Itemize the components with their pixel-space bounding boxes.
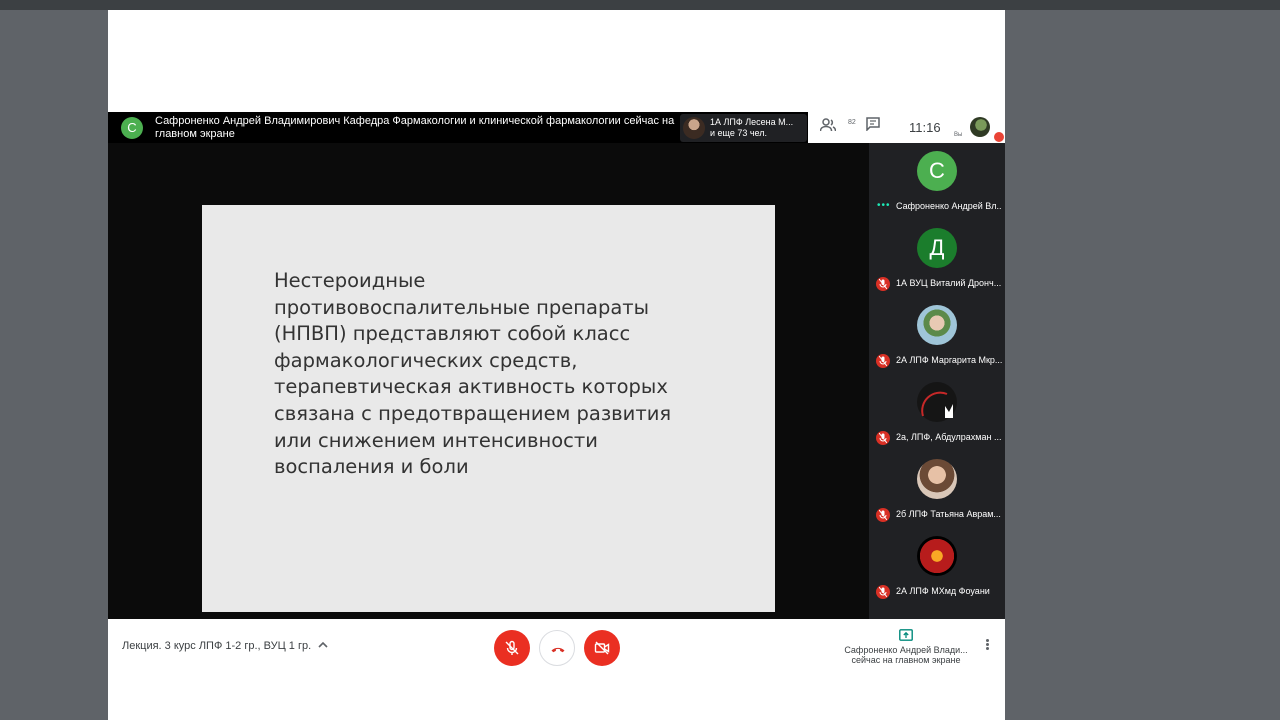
participant-tile[interactable]: 2А ЛПФ МХмд Фоуани xyxy=(869,528,1005,605)
mic-off-icon xyxy=(876,277,890,291)
presentation-header: С Сафроненко Андрей Владимирович Кафедра… xyxy=(108,112,1005,143)
avatar xyxy=(917,536,957,576)
mic-off-icon xyxy=(876,431,890,445)
presenting-status: Сафроненко Андрей Влади... сейчас на гла… xyxy=(841,645,971,665)
people-button[interactable]: 82 xyxy=(819,118,856,138)
participant-tile[interactable]: 2А ЛПФ Маргарита Мкр... xyxy=(869,297,1005,374)
avatar xyxy=(917,382,957,422)
presenting-notice: Сафроненко Андрей Владимирович Кафедра Ф… xyxy=(155,115,675,140)
bottom-controls: Лекция. 3 курс ЛПФ 1-2 гр., ВУЦ 1 гр. Са… xyxy=(108,619,1005,720)
slide-text: Нестероидные противовоспалительные препа… xyxy=(274,269,672,479)
mic-off-icon xyxy=(876,508,890,522)
hang-up-icon xyxy=(551,647,565,653)
avatar: Д xyxy=(917,228,957,268)
chip-more: и еще 73 чел. xyxy=(710,128,768,138)
blank-area xyxy=(108,10,1005,112)
more-dot xyxy=(985,647,989,650)
chip-name: 1А ЛПФ Лесена М... xyxy=(710,117,794,127)
mic-off-icon xyxy=(994,132,1004,142)
chip-text: 1А ЛПФ Лесена М... и еще 73 чел. xyxy=(710,117,805,139)
leave-call-button[interactable] xyxy=(539,630,575,666)
camera-off-icon xyxy=(594,641,610,655)
participant-name: 2б ЛПФ Татьяна Аврам... xyxy=(896,509,1001,519)
participant-name: Сафроненко Андрей Вл... xyxy=(896,201,1002,211)
participant-name: 2а, ЛПФ, Абдулрахман ... xyxy=(896,432,1002,442)
participant-tile[interactable]: 2б ЛПФ Татьяна Аврам... xyxy=(869,451,1005,528)
you-label: Вы xyxy=(954,132,963,138)
camera-toggle-button[interactable] xyxy=(584,630,620,666)
more-dot xyxy=(985,639,989,642)
shared-slide: Нестероидные противовоспалительные препа… xyxy=(202,205,775,612)
meet-window: С Сафроненко Андрей Владимирович Кафедра… xyxy=(108,10,1005,720)
participant-tile[interactable]: 2а, ЛПФ, Абдулрахман ... xyxy=(869,374,1005,451)
mic-off-icon xyxy=(505,640,519,655)
chevron-up-icon[interactable] xyxy=(317,639,329,651)
presenter-name: Сафроненко Андрей Влади... xyxy=(844,645,968,655)
more-options-button[interactable] xyxy=(982,638,992,652)
present-screen-icon[interactable] xyxy=(899,629,913,641)
participant-tile[interactable]: Д 1А ВУЦ Виталий Дронч... xyxy=(869,220,1005,297)
main-stage: Нестероидные противовоспалительные препа… xyxy=(108,143,869,619)
header-toolbar: 82 11:16 Вы xyxy=(808,112,1005,143)
meeting-title[interactable]: Лекция. 3 курс ЛПФ 1-2 гр., ВУЦ 1 гр. xyxy=(122,640,311,652)
participant-avatar xyxy=(683,117,705,139)
participant-tile[interactable]: С ••• Сафроненко Андрей Вл... xyxy=(869,143,1005,220)
mic-off-icon xyxy=(876,354,890,368)
chat-button[interactable] xyxy=(866,117,886,137)
more-dot xyxy=(985,643,989,646)
participant-name: 2А ЛПФ МХмд Фоуани xyxy=(896,586,990,596)
speaking-indicator-icon: ••• xyxy=(877,200,891,211)
avatar: С xyxy=(917,151,957,191)
participant-name: 2А ЛПФ Маргарита Мкр... xyxy=(896,355,1002,365)
top-strip xyxy=(0,0,1280,10)
people-icon xyxy=(819,118,837,132)
participant-sidebar: С ••• Сафроненко Андрей Вл... Д 1А ВУЦ В… xyxy=(869,143,1005,619)
pinned-participant-chip[interactable]: 1А ЛПФ Лесена М... и еще 73 чел. xyxy=(680,114,807,142)
presenter-avatar: С xyxy=(121,117,143,139)
mic-off-icon xyxy=(876,585,890,599)
microphone-toggle-button[interactable] xyxy=(494,630,530,666)
clock: 11:16 xyxy=(909,120,941,135)
avatar xyxy=(917,459,957,499)
people-count: 82 xyxy=(848,119,856,126)
avatar xyxy=(917,305,957,345)
presenting-label: сейчас на главном экране xyxy=(851,655,961,665)
participant-name: 1А ВУЦ Виталий Дронч... xyxy=(896,278,1002,288)
self-avatar[interactable] xyxy=(970,117,990,137)
chat-icon xyxy=(866,117,880,132)
